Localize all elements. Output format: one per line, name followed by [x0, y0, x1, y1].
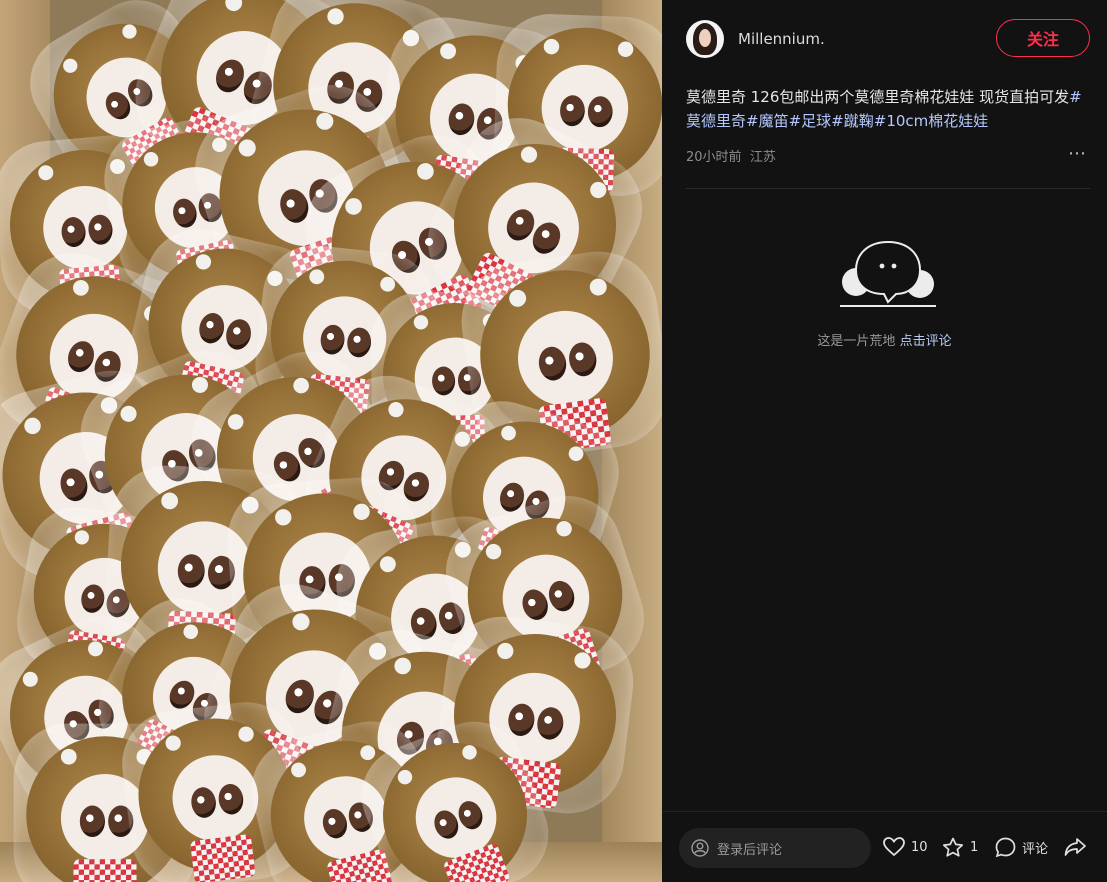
- post-detail-panel: Millennium. 关注 莫德里奇 126包邮出两个莫德里奇棉花娃娃 现货直…: [662, 0, 1107, 882]
- post-tag[interactable]: #足球: [789, 112, 832, 130]
- share-button[interactable]: [1064, 837, 1086, 857]
- author-avatar[interactable]: [686, 20, 724, 58]
- comment-label: 评论: [1022, 842, 1049, 857]
- collect-button[interactable]: 1: [942, 837, 978, 858]
- plush-pile: [0, 0, 662, 882]
- star-icon: [942, 837, 964, 857]
- comment-icon: [995, 837, 1016, 858]
- author-info[interactable]: Millennium.: [686, 17, 825, 61]
- post-time: 20小时前: [686, 150, 742, 165]
- post-text: 莫德里奇 126包邮出两个莫德里奇棉花娃娃 现货直拍可发#莫德里奇#魔笛#足球#…: [686, 85, 1086, 133]
- empty-comment-icon: [840, 240, 936, 307]
- heart-icon: [883, 837, 905, 857]
- post-tag[interactable]: #蹴鞠: [831, 112, 874, 130]
- post-tag[interactable]: #魔笛: [746, 112, 789, 130]
- post-location: 江苏: [749, 150, 776, 165]
- empty-comments-label: 这是一片荒地: [817, 334, 896, 349]
- comment-input[interactable]: 登录后评论: [679, 828, 871, 868]
- more-options-icon[interactable]: ⋯: [1068, 143, 1087, 164]
- follow-button[interactable]: 关注: [996, 19, 1090, 57]
- user-icon: [691, 839, 709, 857]
- author-name[interactable]: Millennium.: [738, 30, 825, 48]
- share-icon: [1064, 838, 1086, 856]
- divider: [686, 188, 1090, 189]
- empty-comments-text: 这是一片荒地 点击评论: [662, 330, 1107, 349]
- post-body: 莫德里奇 126包邮出两个莫德里奇棉花娃娃 现货直拍可发: [686, 88, 1070, 106]
- post-tag[interactable]: #10cm棉花娃娃: [874, 112, 989, 130]
- bottom-action-bar: 登录后评论 10 1 评论: [662, 811, 1107, 882]
- click-to-comment-link[interactable]: 点击评论: [900, 334, 952, 349]
- like-count: 10: [911, 839, 928, 855]
- comment-input-placeholder: 登录后评论: [717, 842, 783, 858]
- comment-button[interactable]: 评论: [995, 837, 1048, 858]
- like-button[interactable]: 10: [883, 837, 928, 857]
- collect-count: 1: [970, 840, 979, 855]
- post-image[interactable]: [0, 0, 662, 882]
- post-meta: 20小时前 江苏: [686, 146, 776, 165]
